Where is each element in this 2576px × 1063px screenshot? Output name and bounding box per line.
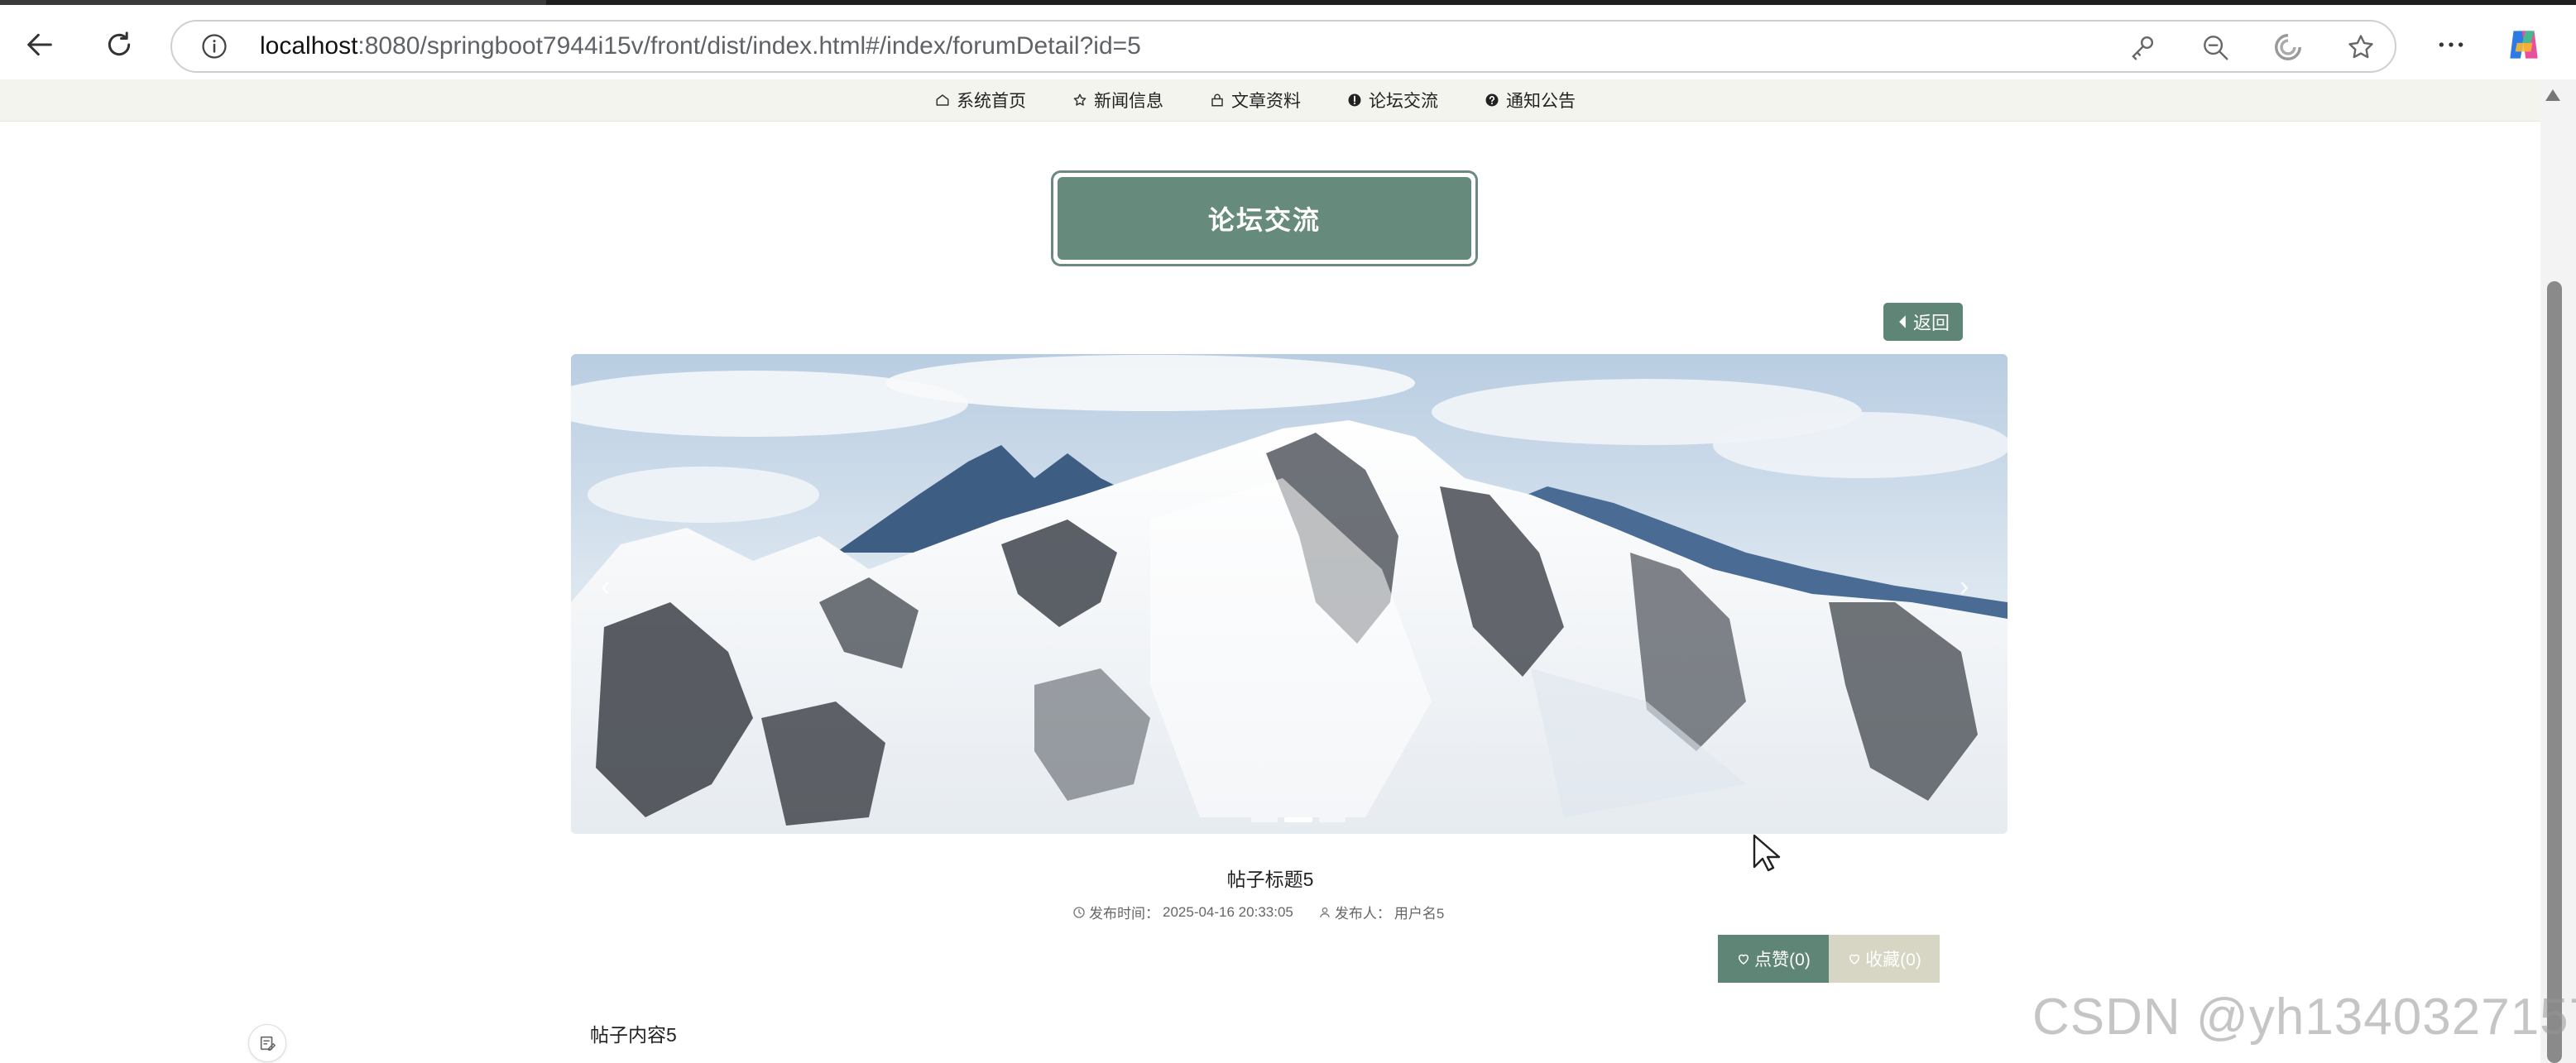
home-icon [936,94,949,106]
post-time: 发布时间： 2025-04-16 20:33:05 [1072,902,1293,922]
url-text[interactable]: localhost:8080/springboot7944i15v/front/… [260,22,1141,71]
post-time-value: 2025-04-16 20:33:05 [1163,903,1293,920]
copilot-icon[interactable] [2502,23,2545,66]
post-time-label: 发布时间： [1089,906,1159,922]
exclamation-circle-icon [1348,93,1361,107]
nav-item-articles[interactable]: 文章资料 [1210,79,1301,121]
key-icon[interactable] [2127,31,2158,63]
nav-item-news[interactable]: 新闻信息 [1072,79,1163,121]
star-icon [1073,93,1087,106]
info-icon[interactable] [200,32,228,60]
page-title: 论坛交流 [1058,177,1471,260]
scrollbar-thumb[interactable] [2547,281,2562,1063]
mouse-cursor-icon [1753,834,1781,878]
nav-item-label: 系统首页 [957,92,1026,111]
carousel-next-arrow[interactable]: › [1960,571,1969,603]
edit-note-icon [260,1036,276,1051]
lock-icon [1211,93,1223,107]
favorite-button[interactable]: 收藏(0) [1829,935,1940,983]
question-circle-icon [1485,93,1499,107]
nav-item-label: 新闻信息 [1094,92,1163,111]
nav-item-notice[interactable]: 通知公告 [1485,79,1576,121]
favorite-button-label: 收藏(0) [1865,950,1921,970]
carousel-prev-arrow[interactable]: ‹ [601,571,610,603]
carousel-indicator[interactable] [1251,817,1278,822]
scroll-up-arrow-icon[interactable] [2545,89,2560,101]
nav-item-label: 论坛交流 [1369,92,1438,111]
carousel-indicator[interactable] [1319,817,1346,822]
back-button-label: 返回 [1912,313,1950,333]
address-bar[interactable]: localhost:8080/springboot7944i15v/front/… [170,20,2396,73]
nav-item-label: 通知公告 [1506,92,1576,111]
site-nav-items: 系统首页 新闻信息 文章资料 论坛交流 通知公告 [935,79,1576,121]
caret-left-icon [1899,315,1906,328]
reload-icon[interactable] [94,20,144,69]
watermark-text: CSDN @yh1340327157 [2032,989,2576,1046]
more-menu-icon[interactable] [2430,23,2473,66]
page-title-box: 论坛交流 [1051,170,1478,266]
carousel-indicator-active[interactable] [1284,817,1312,822]
url-host: localhost [260,32,358,60]
nav-item-home[interactable]: 系统首页 [935,79,1026,121]
post-meta: 发布时间： 2025-04-16 20:33:05 发布人： 用户名5 [1072,902,1444,922]
post-author-label: 发布人： [1334,906,1391,922]
like-button-label: 点赞(0) [1754,950,1811,970]
site-nav: 系统首页 新闻信息 文章资料 论坛交流 通知公告 [0,79,2540,122]
user-icon [1319,907,1330,917]
url-path: :8080/springboot7944i15v/front/dist/inde… [357,32,1141,60]
heart-icon [1739,954,1749,965]
carousel-indicators [1251,817,1346,822]
heart-icon [1849,954,1860,965]
snowy-mountain-image [571,354,2008,834]
like-button[interactable]: 点赞(0) [1718,935,1829,983]
post-content: 帖子内容5 [590,1024,677,1046]
favorite-star-icon[interactable] [2345,31,2377,63]
zoom-out-icon[interactable] [2199,31,2231,63]
nav-item-forum[interactable]: 论坛交流 [1347,79,1438,121]
carousel-banner-image [571,354,2008,834]
back-arrow-icon[interactable] [15,20,65,69]
browser-essentials-icon[interactable] [2272,31,2304,63]
back-button[interactable]: 返回 [1883,303,1963,341]
post-author: 发布人： 用户名5 [1318,902,1444,922]
feedback-float-button[interactable] [248,1024,286,1062]
browser-toolbar: localhost:8080/springboot7944i15v/front/… [0,5,2576,79]
nav-item-label: 文章资料 [1231,92,1301,111]
post-author-value: 用户名5 [1394,906,1445,922]
post-title: 帖子标题5 [1226,869,1314,890]
clock-icon [1073,906,1085,918]
